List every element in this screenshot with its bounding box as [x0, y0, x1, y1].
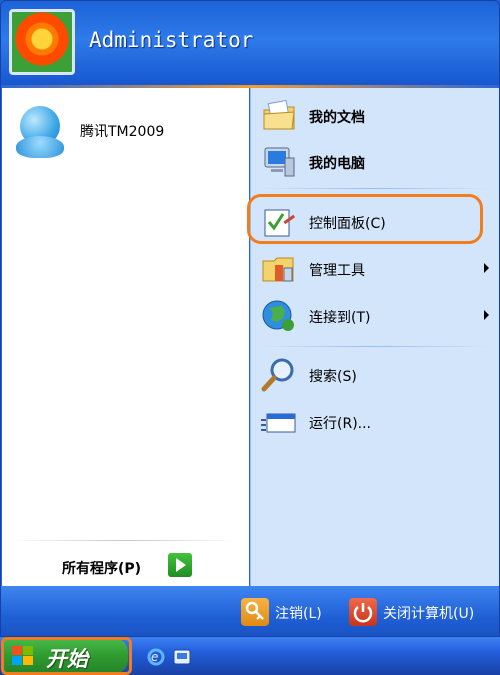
- show-desktop-icon[interactable]: [172, 647, 192, 667]
- shutdown-button[interactable]: 关闭计算机(U): [349, 598, 489, 628]
- left-pane: 腾讯TM2009 所有程序(P): [2, 88, 249, 586]
- logoff-label: 注销(L): [275, 606, 322, 622]
- pinned-item-qq[interactable]: 腾讯TM2009: [12, 104, 232, 160]
- divider: [12, 540, 240, 541]
- my-computer-icon: [264, 147, 295, 177]
- start-menu-header: Administrator: [1, 1, 499, 87]
- admin-tools-icon: [262, 257, 294, 282]
- key-icon: [241, 598, 269, 626]
- start-menu: Administrator 腾讯TM2009 所有程序(P) 我的文档 我的电脑…: [0, 0, 500, 637]
- divider: [259, 346, 491, 347]
- search-icon: [261, 358, 294, 392]
- username: Administrator: [89, 28, 254, 52]
- all-programs-button[interactable]: 所有程序(P): [62, 553, 242, 581]
- submenu-arrow-icon: [484, 263, 489, 273]
- qq-penguin-icon: [14, 104, 70, 160]
- submenu-arrow-icon: [484, 310, 489, 320]
- shutdown-label: 关闭计算机(U): [383, 606, 475, 622]
- divider: [259, 188, 491, 189]
- menu-item-my-computer[interactable]: 我的电脑: [259, 142, 497, 182]
- menu-item-search[interactable]: 搜索(S): [259, 355, 497, 395]
- menu-item-run[interactable]: 运行(R)...: [259, 402, 497, 442]
- right-pane: 我的文档 我的电脑 控制面板(C) 管理工具 连接到(T) 搜索(S) 运行(R…: [250, 88, 499, 586]
- menu-item-label: 运行(R)...: [309, 416, 372, 432]
- all-programs-label: 所有程序(P): [62, 561, 142, 577]
- power-icon: [349, 598, 377, 626]
- start-menu-footer: 注销(L) 关闭计算机(U): [1, 586, 499, 636]
- control-panel-highlight: [247, 194, 483, 244]
- my-documents-icon: [263, 100, 295, 130]
- pinned-item-label: 腾讯TM2009: [80, 124, 165, 140]
- green-arrow-icon: [168, 553, 192, 577]
- menu-item-label: 我的电脑: [309, 156, 365, 172]
- logoff-button[interactable]: 注销(L): [241, 598, 337, 628]
- menu-item-admin-tools[interactable]: 管理工具: [259, 249, 497, 289]
- menu-item-connect-to[interactable]: 连接到(T): [259, 296, 497, 336]
- svg-text:e: e: [151, 650, 158, 664]
- menu-item-label: 搜索(S): [309, 369, 357, 385]
- connect-to-icon: [262, 300, 294, 331]
- menu-item-label: 连接到(T): [309, 310, 371, 326]
- start-button-highlight: [1, 637, 132, 675]
- internet-explorer-icon[interactable]: e: [146, 647, 166, 667]
- menu-item-label: 管理工具: [309, 263, 365, 279]
- menu-item-my-documents[interactable]: 我的文档: [259, 96, 497, 136]
- run-icon: [261, 413, 296, 433]
- menu-item-label: 我的文档: [309, 110, 365, 126]
- user-avatar[interactable]: [9, 9, 75, 75]
